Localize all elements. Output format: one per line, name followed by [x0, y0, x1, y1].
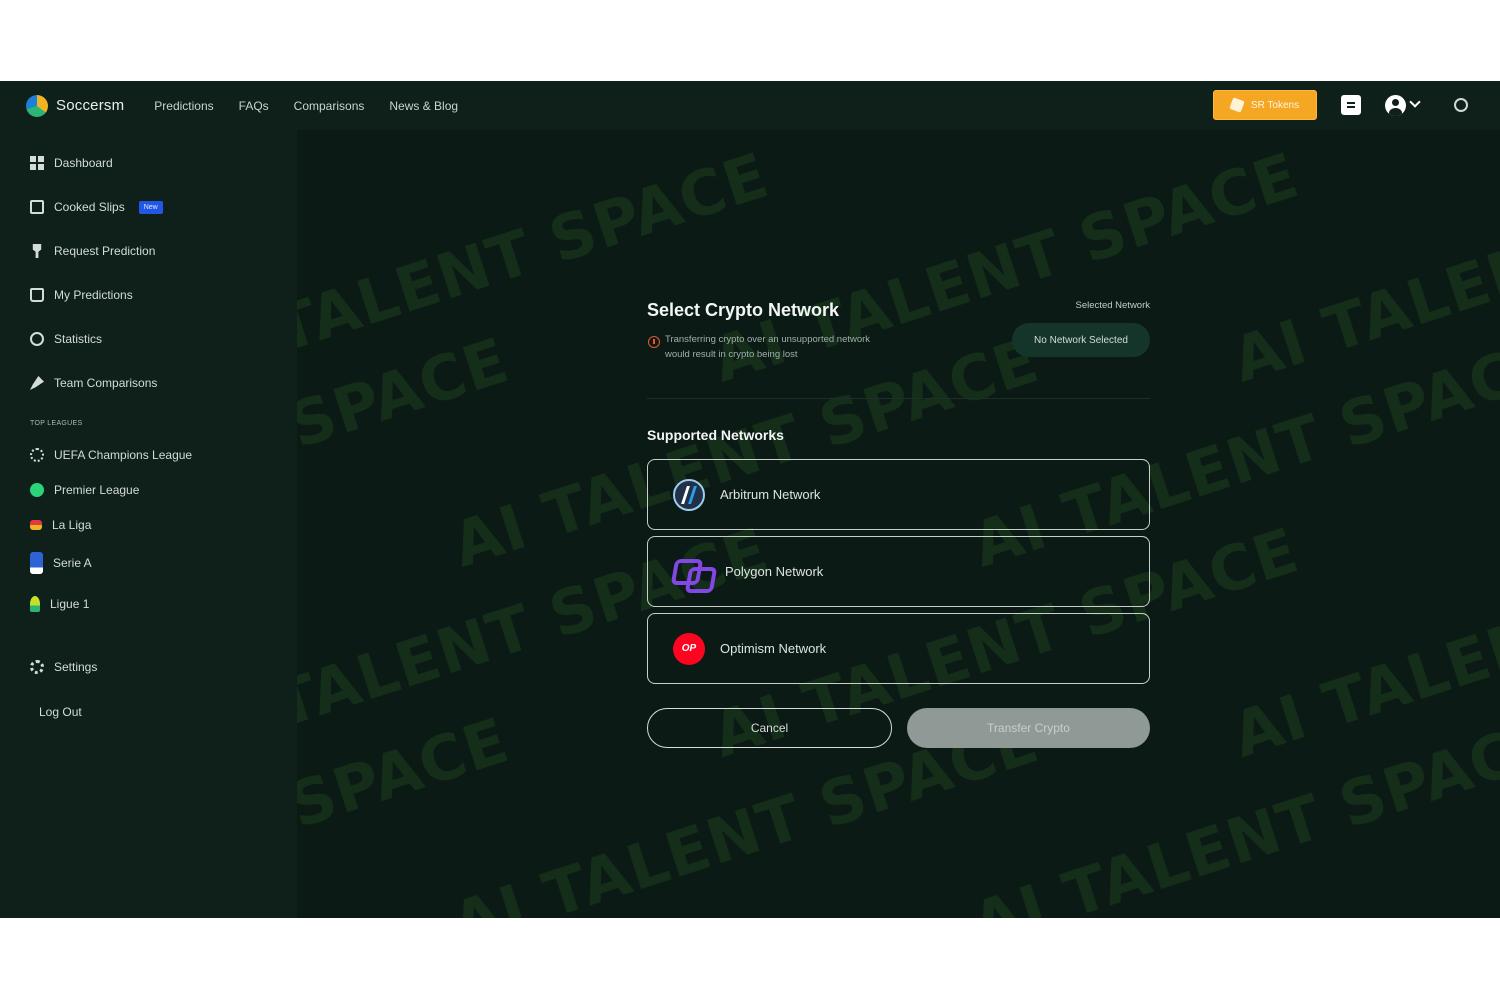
modal-title: Select Crypto Network — [647, 300, 840, 320]
divider — [647, 398, 1150, 399]
new-badge: New — [138, 200, 163, 214]
polygon-icon — [673, 557, 711, 587]
sidebar-item-la-liga[interactable]: La Liga — [30, 518, 91, 532]
sidebar-item-premier-league[interactable]: Premier League — [30, 483, 139, 497]
sidebar-item-dashboard[interactable]: Dashboard — [30, 156, 113, 170]
tokens-label: SR Tokens — [1250, 99, 1300, 111]
tokens-button[interactable]: SR Tokens — [1213, 90, 1317, 120]
sidebar-item-settings[interactable]: Settings — [30, 660, 97, 674]
selected-network-label: Selected Network — [1075, 300, 1150, 311]
network-label: Optimism Network — [720, 641, 827, 656]
nav-comparisons[interactable]: Comparisons — [294, 99, 365, 113]
brand-logo-icon — [26, 94, 48, 117]
selected-network-value: No Network Selected — [1012, 323, 1150, 357]
laliga-icon — [30, 520, 42, 530]
watermark: AI TALENT SPACE — [1223, 138, 1500, 397]
sidebar-item-request-prediction[interactable]: Request Prediction — [30, 244, 155, 258]
sidebar-item-label: Settings — [54, 660, 98, 674]
sidebar-item-label: Cooked Slips — [54, 200, 125, 214]
sidebar-item-label: Team Comparisons — [54, 376, 158, 390]
nav-news-blog[interactable]: News & Blog — [389, 99, 458, 113]
brand[interactable]: Soccersm — [26, 94, 125, 117]
sidebar-item-ucl[interactable]: UEFA Champions League — [30, 448, 192, 462]
supported-networks-label: Supported Networks — [647, 427, 784, 443]
clock-icon — [30, 332, 44, 346]
sidebar-item-label: Request Prediction — [54, 244, 156, 258]
sidebar-item-serie-a[interactable]: Serie A — [30, 552, 92, 574]
user-avatar-icon[interactable] — [1385, 95, 1406, 116]
sidebar-item-logout[interactable]: Log Out — [39, 705, 82, 719]
sidebar-item-my-predictions[interactable]: My Predictions — [30, 288, 133, 302]
sidebar: Dashboard Cooked Slips New Request Predi… — [0, 130, 297, 918]
nav-predictions[interactable]: Predictions — [154, 99, 213, 113]
sidebar-item-label: Statistics — [54, 332, 103, 346]
sidebar-item-cooked-slips[interactable]: Cooked Slips New — [30, 200, 163, 214]
lock-icon — [30, 288, 44, 302]
token-icon — [1229, 97, 1245, 113]
network-label: Arbitrum Network — [720, 487, 821, 502]
slip-icon — [30, 200, 44, 214]
ucl-icon — [30, 448, 44, 462]
warning-text: Transferring crypto over an unsupported … — [665, 334, 871, 360]
sidebar-item-label: La Liga — [52, 518, 92, 532]
theme-toggle-icon[interactable] — [1454, 98, 1468, 112]
sidebar-item-label: Premier League — [54, 483, 140, 497]
network-label: Polygon Network — [725, 564, 824, 579]
app-window: AI TALENT SPACE AI TALENT SPACE AI TALEN… — [0, 81, 1500, 918]
sidebar-item-ligue-1[interactable]: Ligue 1 — [30, 596, 89, 612]
sidebar-item-label: UEFA Champions League — [54, 448, 193, 462]
compare-icon — [30, 376, 44, 390]
sidebar-item-label: Serie A — [53, 556, 92, 570]
sidebar-item-label: Ligue 1 — [50, 597, 90, 611]
nav-faqs[interactable]: FAQs — [239, 99, 269, 113]
request-icon — [32, 244, 42, 258]
network-option-optimism[interactable]: OP Optimism Network — [647, 613, 1150, 684]
serie-a-icon — [30, 552, 43, 574]
dashboard-icon — [30, 156, 44, 170]
sidebar-item-statistics[interactable]: Statistics — [30, 332, 102, 346]
cancel-button[interactable]: Cancel — [647, 708, 892, 748]
optimism-icon: OP — [673, 632, 705, 665]
network-option-arbitrum[interactable]: Arbitrum Network — [647, 459, 1150, 530]
transfer-crypto-button[interactable]: Transfer Crypto — [907, 708, 1150, 748]
sidebar-item-label: Dashboard — [54, 156, 113, 170]
sidebar-item-team-comparisons[interactable]: Team Comparisons — [30, 376, 157, 390]
network-option-polygon[interactable]: Polygon Network — [647, 536, 1150, 607]
sidebar-item-label: My Predictions — [54, 288, 133, 302]
brand-name: Soccersm — [56, 97, 125, 114]
premier-league-icon — [30, 483, 44, 497]
arbitrum-icon — [673, 478, 705, 511]
warning-icon — [648, 336, 660, 348]
chevron-down-icon[interactable] — [1409, 96, 1421, 108]
top-nav: Predictions FAQs Comparisons News & Blog — [154, 99, 458, 113]
sidebar-item-label: Log Out — [39, 705, 82, 719]
watermark: AI TALENT SPACE — [1223, 513, 1500, 772]
ligue1-icon — [30, 596, 40, 612]
top-leagues-label: TOP LEAGUES — [30, 420, 83, 427]
slip-cart-icon[interactable] — [1341, 95, 1361, 115]
gear-icon — [30, 660, 44, 674]
top-bar: Soccersm Predictions FAQs Comparisons Ne… — [0, 81, 1500, 130]
